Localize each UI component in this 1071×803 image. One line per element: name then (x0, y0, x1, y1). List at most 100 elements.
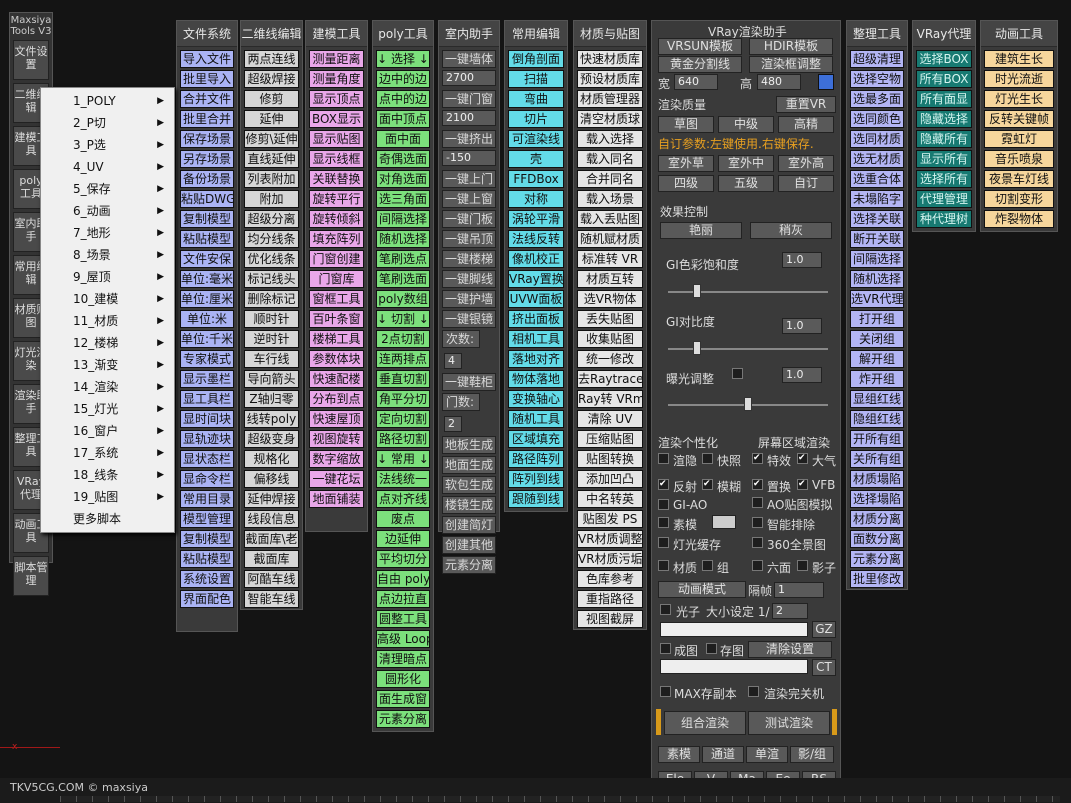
tool-button[interactable]: 一键墙体 (442, 50, 496, 68)
tool-button[interactable]: 元素分离 (442, 556, 496, 574)
tool-button[interactable]: 材质塌陷 (850, 470, 904, 488)
tool-button[interactable]: 定向切割 (376, 410, 430, 428)
tool-button[interactable]: 界面配色 (180, 590, 234, 608)
tool-button[interactable]: 反转关键帧 (984, 110, 1054, 128)
tool-button[interactable]: 一键鞋柜 (442, 373, 496, 391)
opt-checkbox[interactable]: ✔ (797, 453, 808, 464)
tool-button[interactable]: 修剪 (244, 90, 299, 108)
max-copy-checkbox[interactable] (660, 686, 671, 697)
tool-button[interactable]: 一键门窗 (442, 90, 496, 108)
clay-render-button[interactable]: 素模 (658, 746, 700, 763)
tool-button[interactable]: 收集贴图 (577, 330, 643, 348)
value-input[interactable]: -150 (442, 150, 496, 166)
tool-button[interactable]: 合并文件 (180, 90, 234, 108)
color-swatch[interactable] (818, 74, 834, 90)
value-input[interactable]: 2700 (442, 70, 496, 86)
tool-button[interactable]: 批里导入 (180, 70, 234, 88)
tool-button[interactable]: 均分线条 (244, 230, 299, 248)
tool-button[interactable]: 对角选面 (376, 170, 430, 188)
menu-item[interactable]: 15_灯光 ▶ (41, 398, 174, 420)
opt-checkbox[interactable]: ✔ (797, 479, 808, 490)
menu-item[interactable]: 11_材质 ▶ (41, 310, 174, 332)
menu-item[interactable]: 2_P切 ▶ (41, 112, 174, 134)
tool-button[interactable]: 系统设置 (180, 570, 234, 588)
light-cache-checkbox[interactable] (658, 537, 669, 548)
tool-button[interactable]: 断开关联 (850, 230, 904, 248)
tool-button[interactable]: 解开组 (850, 350, 904, 368)
tool-button[interactable]: 单位:米 (180, 310, 234, 328)
tool-button[interactable]: 标记线头 (244, 270, 299, 288)
tool-button[interactable]: 一键银镜 (442, 310, 496, 328)
tool-button[interactable]: 一键门板 (442, 210, 496, 228)
tool-button[interactable]: 中名转英 (577, 490, 643, 508)
tool-button[interactable]: 面数分离 (850, 530, 904, 548)
tool-button[interactable]: 选择BOX (916, 50, 972, 68)
tool-button[interactable]: 建筑生长 (984, 50, 1054, 68)
tool-button[interactable]: 超级变身 (244, 430, 299, 448)
slider-thumb[interactable] (692, 341, 701, 355)
tool-button[interactable]: 2点切割 (376, 330, 430, 348)
grayish-button[interactable]: 稍灰 (750, 222, 832, 239)
opt-checkbox[interactable]: ✔ (702, 479, 713, 490)
tool-button[interactable]: 清空材质球 (577, 110, 643, 128)
tool-button[interactable]: 清理暗点 (376, 650, 430, 668)
tool-button[interactable]: 显示顶点 (309, 90, 364, 108)
custom-level-button[interactable]: 自订 (778, 175, 834, 192)
tool-button[interactable]: 列表附加 (244, 170, 299, 188)
tool-button[interactable]: 元素分离 (376, 710, 430, 728)
tool-button[interactable]: 废点 (376, 510, 430, 528)
menu-item[interactable]: 14_渲染 ▶ (41, 376, 174, 398)
tool-button[interactable]: 快速配楼 (309, 370, 364, 388)
tool-button[interactable]: 关闭组 (850, 330, 904, 348)
tool-button[interactable]: 一键挤出 (442, 130, 496, 148)
tool-button[interactable]: 显示贴图 (309, 130, 364, 148)
tool-button[interactable]: 路径阵列 (508, 450, 564, 468)
opt-checkbox[interactable] (702, 453, 713, 464)
tool-button[interactable]: 随机赋材质 (577, 230, 643, 248)
tool-button[interactable]: 专家模式 (180, 350, 234, 368)
tool-button[interactable]: 扫描 (508, 70, 564, 88)
tool-button[interactable]: 压缩贴图 (577, 430, 643, 448)
tool-button[interactable]: 显命令栏 (180, 470, 234, 488)
tool-button[interactable]: 载入丢贴图 (577, 210, 643, 228)
slider-thumb[interactable] (744, 397, 752, 411)
tool-button[interactable]: 复制模型 (180, 530, 234, 548)
tool-button[interactable]: 随机选择 (376, 230, 430, 248)
tool-button[interactable]: 代理管理 (916, 190, 972, 208)
tool-button[interactable]: 相机工具 (508, 330, 564, 348)
animation-mode-button[interactable]: 动画模式 (658, 581, 746, 598)
tool-button[interactable]: 间隔选择 (850, 250, 904, 268)
menu-item[interactable]: 8_场景 ▶ (41, 244, 174, 266)
menu-item[interactable]: 18_线条 ▶ (41, 464, 174, 486)
menu-item[interactable]: 4_UV ▶ (41, 156, 174, 178)
tool-button[interactable]: 涡轮平滑 (508, 210, 564, 228)
tool-button[interactable]: 选择关联 (850, 210, 904, 228)
save-image-checkbox[interactable] (706, 643, 717, 654)
tool-button[interactable]: 圆整工具 (376, 610, 430, 628)
tool-button[interactable]: 地面生成 (442, 456, 496, 474)
tool-button[interactable]: 所有面显 (916, 90, 972, 108)
tool-button[interactable]: 物体落地 (508, 370, 564, 388)
tool-button[interactable]: 导向箭头 (244, 370, 299, 388)
tool-button[interactable]: 贴图发 PS (577, 510, 643, 528)
tool-button[interactable]: 阵列到线 (508, 470, 564, 488)
tool-button[interactable]: 批里合并 (180, 110, 234, 128)
tool-button[interactable]: 未塌陷字 (850, 190, 904, 208)
tool-button[interactable]: 显组红线 (850, 390, 904, 408)
tool-button[interactable]: 软包生成 (442, 476, 496, 494)
tool-button[interactable]: 优化线条 (244, 250, 299, 268)
channel-button[interactable]: 通道 (702, 746, 744, 763)
tool-button[interactable]: 隐组红线 (850, 410, 904, 428)
tool-button[interactable]: VR材质污垢 (577, 550, 643, 568)
tool-button[interactable]: 门窗库 (309, 270, 364, 288)
tool-button[interactable]: 隐藏所有 (916, 130, 972, 148)
opt-checkbox[interactable] (797, 560, 808, 571)
tool-button[interactable]: 点对齐线 (376, 490, 430, 508)
tool-button[interactable]: 随机选择 (850, 270, 904, 288)
tool-button[interactable]: 奇偶选面 (376, 150, 430, 168)
tool-button[interactable]: 音乐喷泉 (984, 150, 1054, 168)
tool-button[interactable]: 合并同名 (577, 170, 643, 188)
hdir-template-button[interactable]: HDIR模板 (749, 38, 833, 55)
tool-button[interactable]: 保存场景 (180, 130, 234, 148)
tool-button[interactable]: 选三角面 (376, 190, 430, 208)
